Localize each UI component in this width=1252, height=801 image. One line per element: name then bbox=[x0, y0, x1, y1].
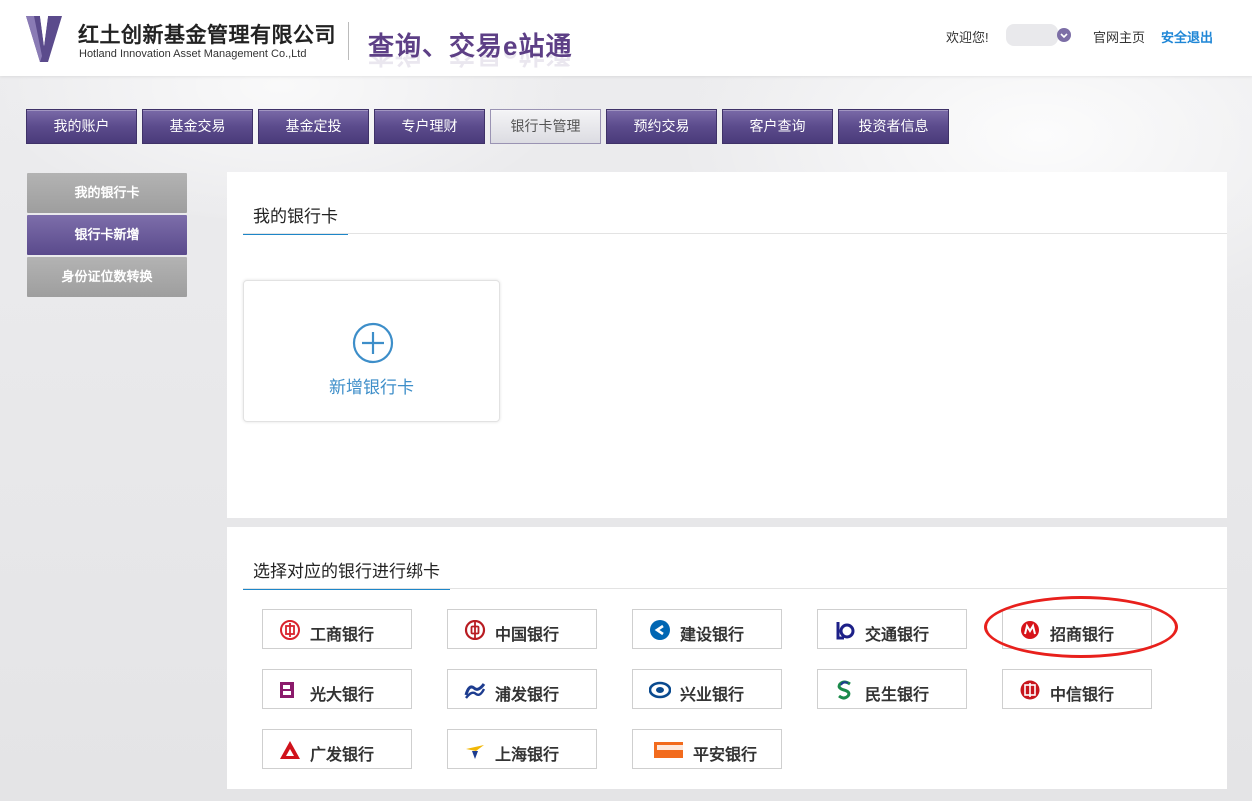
bank-label: 平安银行 bbox=[693, 747, 758, 764]
nav-bank-card-management[interactable]: 银行卡管理 bbox=[490, 109, 601, 144]
bank-label: 浦发银行 bbox=[495, 687, 560, 704]
company-name-en: Hotland Innovation Asset Management Co.,… bbox=[79, 48, 307, 60]
bank-button-cmbc[interactable]: 民生银行 bbox=[817, 669, 967, 709]
slogan-reflection: 查询、交易e站通 bbox=[368, 52, 573, 69]
logout-link[interactable]: 安全退出 bbox=[1161, 27, 1213, 46]
nav-scheduled-trade[interactable]: 预约交易 bbox=[606, 109, 717, 144]
pingan-icon bbox=[654, 742, 683, 758]
boc-icon bbox=[464, 620, 486, 640]
panel-divider bbox=[243, 233, 1227, 234]
ccb-icon bbox=[650, 620, 670, 640]
citic-icon bbox=[1020, 680, 1040, 700]
bank-label: 中国银行 bbox=[495, 627, 560, 644]
bank-button-spdb[interactable]: 浦发银行 bbox=[447, 669, 597, 709]
user-name-masked bbox=[1006, 24, 1058, 46]
nav-customer-query[interactable]: 客户查询 bbox=[722, 109, 833, 144]
header-divider bbox=[348, 22, 349, 60]
side-item-add-bank-card[interactable]: 银行卡新增 bbox=[27, 215, 187, 255]
bank-label: 民生银行 bbox=[865, 687, 930, 704]
panel-title-my-cards: 我的银行卡 bbox=[243, 202, 348, 235]
bank-button-citic[interactable]: 中信银行 bbox=[1002, 669, 1152, 709]
nav-fund-trade[interactable]: 基金交易 bbox=[142, 109, 253, 144]
bank-button-ccb[interactable]: 建设银行 bbox=[632, 609, 782, 649]
bos-icon bbox=[466, 745, 484, 759]
bank-label: 上海银行 bbox=[495, 747, 560, 764]
bank-label: 广发银行 bbox=[310, 747, 375, 764]
highlight-circle-cmb bbox=[984, 596, 1178, 658]
user-dropdown-icon[interactable] bbox=[1057, 28, 1071, 42]
icbc-icon bbox=[280, 620, 300, 640]
bank-label: 中信银行 bbox=[1050, 687, 1115, 704]
my-bank-cards-panel: 我的银行卡 新增银行卡 bbox=[227, 172, 1227, 518]
welcome-text: 欢迎您! bbox=[946, 30, 989, 45]
company-logo-icon bbox=[26, 16, 62, 62]
plus-circle-icon bbox=[352, 322, 394, 364]
cgb-icon bbox=[280, 741, 300, 759]
bank-button-ceb[interactable]: 光大银行 bbox=[262, 669, 412, 709]
header: 红土创新基金管理有限公司 Hotland Innovation Asset Ma… bbox=[0, 0, 1252, 76]
bank-button-pingan[interactable]: 平安银行 bbox=[632, 729, 782, 769]
bank-label: 交通银行 bbox=[865, 627, 930, 644]
spdb-icon bbox=[464, 683, 486, 699]
nav-special-account[interactable]: 专户理财 bbox=[374, 109, 485, 144]
add-bank-card-label: 新增银行卡 bbox=[329, 378, 414, 397]
side-item-id-conversion[interactable]: 身份证位数转换 bbox=[27, 257, 187, 297]
cmbc-icon bbox=[837, 680, 851, 700]
panel-divider bbox=[243, 588, 1227, 589]
bank-label: 建设银行 bbox=[680, 627, 745, 644]
bank-label: 兴业银行 bbox=[680, 687, 745, 704]
panel-title-bind: 选择对应的银行进行绑卡 bbox=[243, 557, 450, 590]
side-menu: 我的银行卡 银行卡新增 身份证位数转换 bbox=[27, 173, 187, 299]
bank-button-cgb[interactable]: 广发银行 bbox=[262, 729, 412, 769]
bank-button-cib[interactable]: 兴业银行 bbox=[632, 669, 782, 709]
cib-icon bbox=[649, 681, 671, 699]
main-nav: 我的账户 基金交易 基金定投 专户理财 银行卡管理 预约交易 客户查询 投资者信… bbox=[26, 109, 949, 145]
bank-button-icbc[interactable]: 工商银行 bbox=[262, 609, 412, 649]
bind-bank-panel: 选择对应的银行进行绑卡 工商银行 中国银行 建设银行 交通银行 招商银行 光大银… bbox=[227, 527, 1227, 789]
bank-label: 工商银行 bbox=[310, 627, 375, 644]
home-link[interactable]: 官网主页 bbox=[1093, 27, 1145, 46]
bocom-icon bbox=[836, 622, 855, 640]
side-item-my-bank-cards[interactable]: 我的银行卡 bbox=[27, 173, 187, 213]
nav-my-account[interactable]: 我的账户 bbox=[26, 109, 137, 144]
bank-button-bocom[interactable]: 交通银行 bbox=[817, 609, 967, 649]
company-name-cn: 红土创新基金管理有限公司 bbox=[78, 24, 336, 47]
nav-investor-info[interactable]: 投资者信息 bbox=[838, 109, 949, 144]
bank-button-bos[interactable]: 上海银行 bbox=[447, 729, 597, 769]
bank-button-boc[interactable]: 中国银行 bbox=[447, 609, 597, 649]
add-bank-card-button[interactable]: 新增银行卡 bbox=[243, 280, 500, 422]
ceb-icon bbox=[280, 682, 294, 698]
bank-label: 光大银行 bbox=[310, 687, 375, 704]
nav-fund-sip[interactable]: 基金定投 bbox=[258, 109, 369, 144]
